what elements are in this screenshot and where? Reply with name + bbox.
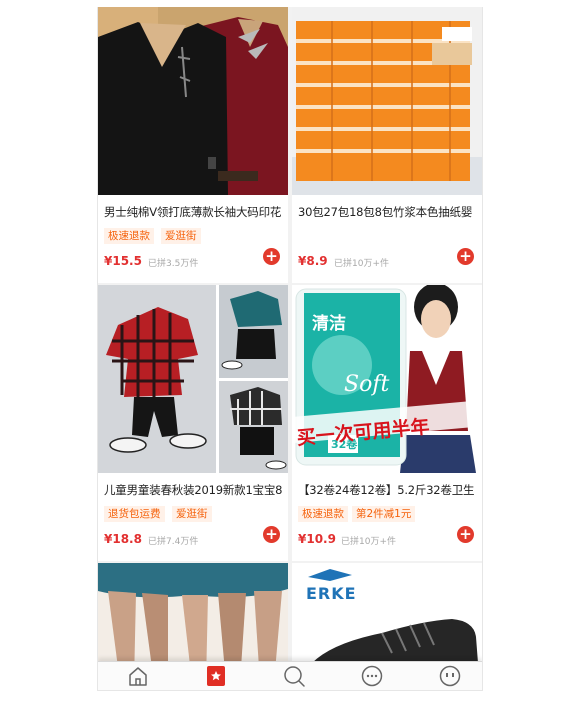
tab-bookmark[interactable] bbox=[204, 664, 228, 688]
kids-outfit-photo-icon bbox=[98, 285, 288, 473]
product-image[interactable] bbox=[98, 7, 288, 195]
shirts-photo-icon bbox=[98, 7, 288, 195]
product-price: ¥8.9 bbox=[298, 254, 328, 268]
add-to-cart-button[interactable]: + bbox=[263, 526, 280, 543]
product-price: ¥15.5 bbox=[104, 254, 142, 268]
add-to-cart-button[interactable]: + bbox=[457, 248, 474, 265]
product-tag: 第2件减1元 bbox=[352, 506, 416, 522]
product-title[interactable]: 男士纯棉V领打底薄款长袖大码印花 bbox=[104, 204, 286, 222]
home-icon bbox=[129, 667, 147, 686]
bookmark-icon bbox=[207, 666, 225, 686]
sold-count: 已拼7.4万件 bbox=[148, 537, 199, 547]
tab-profile[interactable] bbox=[438, 664, 462, 688]
product-title[interactable]: 儿童男童装春秋装2019新款1宝宝8 bbox=[104, 482, 286, 500]
product-image[interactable]: 清洁 Soft 32卷 买一次可用半年 bbox=[292, 285, 482, 473]
product-tag: 极速退款 bbox=[104, 228, 154, 244]
product-tag: 爱逛街 bbox=[161, 228, 201, 244]
svg-text:ERKE: ERKE bbox=[306, 584, 357, 603]
profile-icon bbox=[439, 665, 461, 687]
chat-icon bbox=[361, 665, 383, 687]
product-tag: 退货包运费 bbox=[104, 506, 165, 522]
tab-chat[interactable] bbox=[360, 664, 384, 688]
tissue-boxes-photo-icon bbox=[292, 7, 482, 195]
tab-search[interactable] bbox=[282, 664, 306, 688]
add-to-cart-button[interactable]: + bbox=[457, 526, 474, 543]
sold-count: 已拼10万+件 bbox=[334, 259, 389, 269]
product-image[interactable] bbox=[98, 285, 288, 473]
product-card[interactable]: 30包27包18包8包竹浆本色抽纸婴 ¥8.9 已拼10万+件 + bbox=[292, 7, 482, 283]
product-tag: 极速退款 bbox=[298, 506, 348, 522]
bottom-tab-bar bbox=[98, 661, 482, 690]
product-title[interactable]: 【32卷24卷12卷】5.2斤32卷卫生 bbox=[298, 482, 480, 500]
product-tag: 爱逛街 bbox=[172, 506, 212, 522]
product-card[interactable]: 清洁 Soft 32卷 买一次可用半年 【32卷24卷12卷】5.2斤32卷卫生… bbox=[292, 285, 482, 561]
tab-home[interactable] bbox=[126, 664, 150, 688]
sold-count: 已拼10万+件 bbox=[341, 537, 396, 547]
svg-text:清洁: 清洁 bbox=[312, 313, 346, 334]
phone-screen: 男士纯棉V领打底薄款长袖大码印花 极速退款 爱逛街 ¥15.5 已拼3.5万件 … bbox=[97, 7, 483, 691]
toilet-paper-photo-icon: 清洁 Soft 32卷 买一次可用半年 bbox=[292, 285, 482, 473]
add-to-cart-button[interactable]: + bbox=[263, 248, 280, 265]
product-title[interactable]: 30包27包18包8包竹浆本色抽纸婴 bbox=[298, 204, 480, 222]
product-card[interactable]: 儿童男童装春秋装2019新款1宝宝8 退货包运费 爱逛街 ¥18.8 已拼7.4… bbox=[98, 285, 288, 561]
search-icon bbox=[284, 666, 305, 687]
product-image[interactable] bbox=[292, 7, 482, 195]
product-price: ¥10.9 bbox=[298, 532, 336, 546]
product-price: ¥18.8 bbox=[104, 532, 142, 546]
svg-text:Soft: Soft bbox=[344, 372, 389, 397]
product-grid: 男士纯棉V领打底薄款长袖大码印花 极速退款 爱逛街 ¥15.5 已拼3.5万件 … bbox=[98, 7, 482, 683]
product-card[interactable]: 男士纯棉V领打底薄款长袖大码印花 极速退款 爱逛街 ¥15.5 已拼3.5万件 … bbox=[98, 7, 288, 283]
sold-count: 已拼3.5万件 bbox=[148, 259, 199, 269]
